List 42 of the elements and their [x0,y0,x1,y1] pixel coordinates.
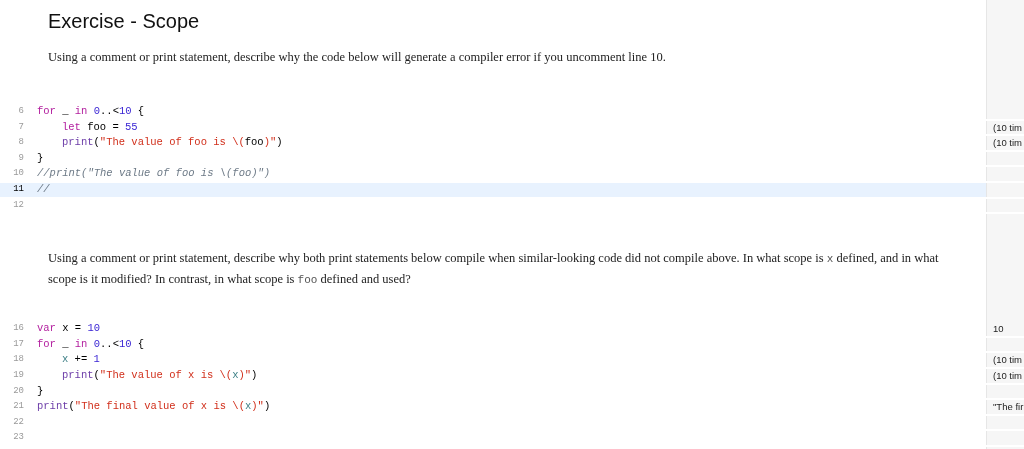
line-number: 12 [12,198,24,212]
results-sidebar [986,415,1024,430]
line-number: 17 [12,337,24,351]
line-number: 7 [17,120,24,134]
code-line: } [37,151,44,166]
code-line: let foo = 55 [62,120,138,135]
results-sidebar [986,167,1024,181]
result-value: (10 tim [993,137,1023,149]
line-number: 9 [17,151,24,165]
line-number: 11 [12,183,24,197]
code-line: //print("The value of foo is \(foo)") [37,167,271,181]
line-number: 10 [12,167,24,181]
line-number: 23 [12,431,24,445]
line-number: 18 [12,353,24,367]
result-value: 10 [993,323,1004,335]
line-number: 6 [17,105,24,119]
code-line: print("The value of x is \(x)") [62,369,258,383]
code-line: print("The value of foo is \(foo)") [62,136,283,150]
code-line: var x = 10 [37,322,101,336]
line-number: 20 [12,384,24,398]
code-line: for _ in 0..<10 { [37,105,145,119]
line-number: 22 [12,415,24,429]
code-line: for _ in 0..<10 { [37,337,145,352]
code-line: // [37,183,50,197]
result-value: (10 tim [993,121,1023,133]
results-sidebar [986,151,1024,166]
line-number: 8 [17,136,24,150]
code-line: } [37,384,44,399]
line-number: 21 [12,400,24,414]
result-value: (10 tim [993,354,1023,366]
exercise-title: Exercise - Scope [47,9,201,34]
instruction-text: Using a comment or print statement, describe why the code below will generate a compiler error if you uncomment line 10. [47,49,667,67]
code-line: print("The final value of x is \(x)") [37,400,271,414]
results-sidebar [986,183,1024,197]
line-number: 16 [12,322,24,336]
instruction-text: Using a comment or print statement, describe why both print statements below compile when similar-looking code did not compile above. In what scope is x defined, and in what scope is it modified? In contrast, in what scope is foo defined and used? [47,250,940,289]
code-line: x += 1 [62,353,100,367]
result-value: (10 tim [993,370,1023,381]
line-number: 19 [12,369,24,382]
results-sidebar [986,384,1024,399]
results-sidebar [986,337,1024,352]
result-value: "The fir [993,401,1024,413]
